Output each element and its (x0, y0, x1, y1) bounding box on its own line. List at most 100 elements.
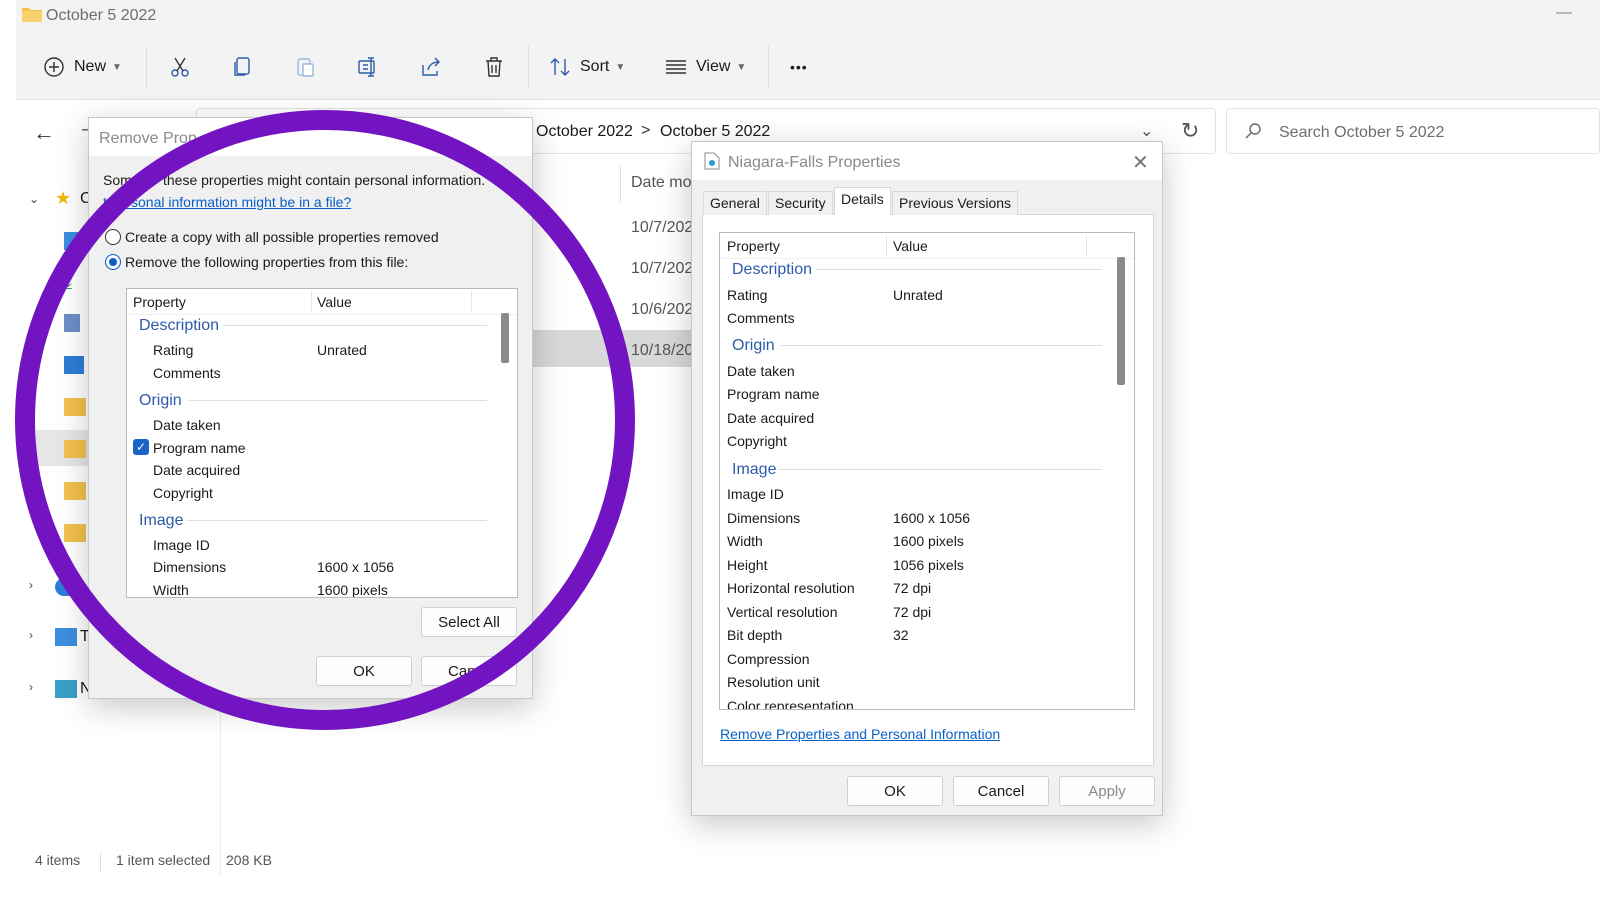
column-divider (311, 291, 312, 313)
remove-properties-link[interactable]: Remove Properties and Personal Informati… (720, 726, 1000, 742)
row-image-id[interactable]: Image ID (727, 486, 784, 502)
chevron-right-icon[interactable]: › (29, 578, 33, 592)
rename-button[interactable] (356, 52, 380, 82)
cancel-button[interactable]: Cancel (953, 776, 1049, 806)
row-horizontal-resolution[interactable]: Horizontal resolution (727, 580, 855, 596)
minimize-button[interactable]: — (1556, 4, 1572, 22)
row-vertical-resolution[interactable]: Vertical resolution (727, 604, 838, 620)
select-all-button[interactable]: Select All (421, 607, 517, 637)
scrollbar-thumb[interactable] (1117, 257, 1125, 385)
row-date-acquired[interactable]: Date acquired (727, 410, 814, 426)
group-line (187, 520, 487, 521)
row-date-taken[interactable]: Date taken (153, 417, 221, 433)
delete-button[interactable] (482, 52, 506, 82)
intro-text: these properties might contain personal … (163, 172, 486, 188)
radio-create-copy[interactable] (105, 229, 121, 245)
group-description: Description (732, 261, 813, 278)
details-property-list[interactable]: Property Value Description Rating Unrate… (719, 232, 1135, 710)
row-color-representation[interactable]: Color representation (727, 698, 854, 709)
row-program-name[interactable]: Program name (727, 386, 820, 402)
row-compression[interactable]: Compression (727, 651, 809, 667)
column-header-date[interactable]: Date mo (631, 174, 691, 192)
apply-button[interactable]: Apply (1059, 776, 1155, 806)
tab-details[interactable]: Details (834, 187, 891, 215)
group-line (816, 269, 1102, 270)
sort-button[interactable]: Sort ▼ (548, 52, 625, 82)
properties-list[interactable]: Property Value Description Rating Unrate… (126, 288, 518, 598)
chevron-down-icon: ▼ (736, 61, 747, 73)
group-line (778, 469, 1102, 470)
view-button[interactable]: View ▼ (664, 52, 746, 82)
column-header-value[interactable]: Value (893, 238, 928, 254)
chevron-down-icon[interactable]: ⌄ (1140, 121, 1153, 141)
back-arrow-icon[interactable]: ← (33, 120, 55, 146)
row-rating[interactable]: Rating (727, 287, 767, 303)
tab-previous-versions[interactable]: Previous Versions (892, 191, 1019, 215)
chevron-right-icon[interactable]: › (29, 680, 33, 694)
row-width-value: 1600 pixels (317, 582, 388, 598)
column-header-property[interactable]: Property (727, 238, 780, 254)
list-view-icon (666, 60, 686, 74)
row-width[interactable]: Width (727, 533, 763, 549)
row-comments[interactable]: Comments (153, 365, 221, 381)
desktop-icon (64, 232, 78, 250)
chevron-down-icon: ▼ (112, 61, 122, 73)
list-header: Property Value (720, 233, 1134, 259)
download-icon: ⤓ (64, 272, 72, 292)
search-box[interactable]: Search October 5 2022 (1226, 108, 1600, 154)
ok-button[interactable]: OK (316, 656, 412, 686)
personal-info-link[interactable]: t personal information might be in a fil… (103, 194, 351, 210)
row-program-name[interactable]: Program name (153, 440, 246, 456)
breadcrumb-month[interactable]: October 2022 (536, 123, 633, 141)
tab-security[interactable]: Security (768, 191, 833, 215)
scrollbar-thumb[interactable] (501, 313, 509, 363)
group-line (189, 400, 487, 401)
chevron-down-icon[interactable]: ⌄ (29, 192, 39, 206)
row-image-id[interactable]: Image ID (153, 537, 210, 553)
row-rating[interactable]: Rating (153, 342, 193, 358)
share-button[interactable] (419, 52, 443, 82)
rename-icon (358, 57, 375, 77)
paste-button[interactable] (293, 52, 317, 82)
row-comments[interactable]: Comments (727, 310, 795, 326)
cancel-button[interactable]: Can (421, 656, 517, 686)
new-button[interactable]: New ▼ (42, 52, 122, 82)
refresh-icon[interactable]: ↻ (1181, 118, 1199, 144)
list-header: Property Value (127, 289, 517, 315)
row-copyright[interactable]: Copyright (727, 433, 787, 449)
row-copyright[interactable]: Copyright (153, 485, 213, 501)
column-header-property[interactable]: Property (133, 294, 186, 310)
document-icon (64, 314, 80, 332)
file-date: 10/18/20 (631, 342, 694, 359)
close-icon[interactable]: ✕ (1132, 150, 1149, 175)
column-header-value[interactable]: Value (317, 294, 352, 310)
row-width-value: 1600 pixels (893, 533, 964, 549)
program-name-checkbox[interactable]: ✓ (133, 439, 149, 455)
copy-icon (234, 57, 250, 76)
row-height[interactable]: Height (727, 557, 767, 573)
ok-button[interactable]: OK (847, 776, 943, 806)
row-bit-depth[interactable]: Bit depth (727, 627, 782, 643)
more-options-button[interactable]: ••• (790, 52, 808, 82)
row-width[interactable]: Width (153, 582, 189, 597)
row-date-taken[interactable]: Date taken (727, 363, 795, 379)
copy-button[interactable] (231, 52, 255, 82)
column-divider (620, 166, 621, 202)
row-height-value: 1056 pixels (893, 557, 964, 573)
row-dimensions[interactable]: Dimensions (727, 510, 800, 526)
radio-create-copy-label[interactable]: Create a copy with all possible properti… (125, 229, 439, 245)
file-date: 10/6/202 (631, 301, 694, 318)
group-description: Description (139, 317, 220, 334)
row-resolution-unit[interactable]: Resolution unit (727, 674, 820, 690)
row-dimensions[interactable]: Dimensions (153, 559, 226, 575)
network-icon (55, 680, 77, 698)
breadcrumb-current[interactable]: October 5 2022 (660, 123, 770, 141)
group-origin: Origin (139, 392, 182, 409)
trash-icon (486, 57, 502, 77)
tab-general[interactable]: General (703, 191, 767, 215)
chevron-right-icon[interactable]: › (29, 628, 33, 642)
row-date-acquired[interactable]: Date acquired (153, 462, 240, 478)
cut-button[interactable] (168, 52, 192, 82)
radio-remove-properties[interactable] (105, 254, 121, 270)
radio-remove-properties-label[interactable]: Remove the following properties from thi… (125, 254, 408, 270)
